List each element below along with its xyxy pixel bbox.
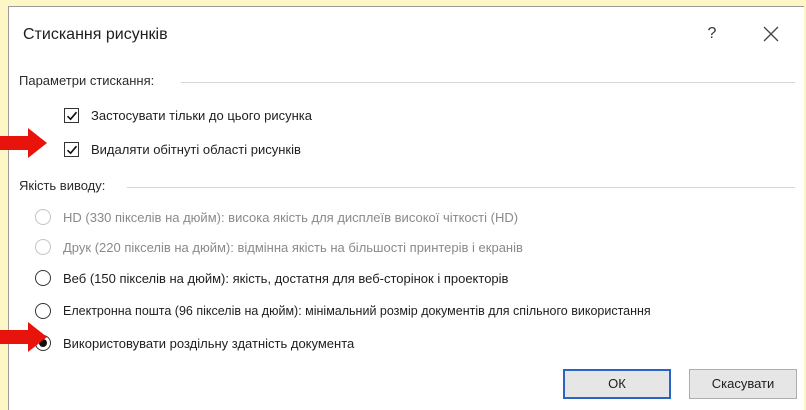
delete-cropped-areas-label: Видаляти обітнуті області рисунків [91, 142, 301, 157]
radio-option-document-resolution[interactable]: Використовувати роздільну здатність доку… [35, 333, 475, 357]
radio-document-resolution-label: Використовувати роздільну здатність доку… [63, 336, 355, 351]
close-icon [763, 26, 779, 42]
compression-group-label: Параметри стискання: [19, 73, 155, 88]
apply-only-this-picture-checkbox[interactable] [64, 108, 79, 123]
radio-print-label: Друк (220 пікселів на дюйм): відмінна як… [63, 240, 523, 255]
red-arrow-icon [0, 128, 47, 158]
radio-email-label: Електронна пошта (96 пікселів на дюйм): … [63, 304, 651, 318]
dialog-title: Стискання рисунків [23, 26, 168, 43]
compression-group-separator [181, 82, 795, 83]
red-arrow-icon [0, 322, 47, 352]
delete-cropped-areas-checkbox[interactable] [64, 142, 79, 157]
radio-hd [35, 209, 51, 225]
apply-only-this-picture-option[interactable]: Застосувати тільки до цього рисунка [64, 105, 424, 129]
radio-option-print: Друк (220 пікселів на дюйм): відмінна як… [35, 237, 675, 261]
close-button[interactable] [761, 24, 781, 44]
checkmark-icon [66, 111, 78, 121]
radio-option-email[interactable]: Електронна пошта (96 пікселів на дюйм): … [35, 301, 801, 325]
title-bar: Стискання рисунків ? [9, 7, 804, 59]
output-group-label: Якість виводу: [19, 178, 106, 193]
cancel-button[interactable]: Скасувати [689, 369, 797, 399]
help-button[interactable]: ? [701, 21, 723, 47]
apply-only-this-picture-label: Застосувати тільки до цього рисунка [91, 108, 312, 123]
radio-web[interactable] [35, 270, 51, 286]
radio-hd-label: HD (330 пікселів на дюйм): висока якість… [63, 210, 519, 225]
delete-cropped-areas-option[interactable]: Видаляти обітнуті області рисунків [64, 139, 424, 163]
radio-option-web[interactable]: Веб (150 пікселів на дюйм): якість, дост… [35, 268, 675, 292]
radio-email[interactable] [35, 303, 51, 319]
output-group-separator [127, 187, 795, 188]
radio-option-hd: HD (330 пікселів на дюйм): висока якість… [35, 207, 675, 231]
checkmark-icon [66, 145, 78, 155]
radio-print [35, 239, 51, 255]
compress-pictures-dialog: Стискання рисунків ? Параметри стискання… [8, 6, 804, 410]
ok-button[interactable]: ОК [563, 369, 671, 399]
radio-web-label: Веб (150 пікселів на дюйм): якість, дост… [63, 271, 509, 286]
